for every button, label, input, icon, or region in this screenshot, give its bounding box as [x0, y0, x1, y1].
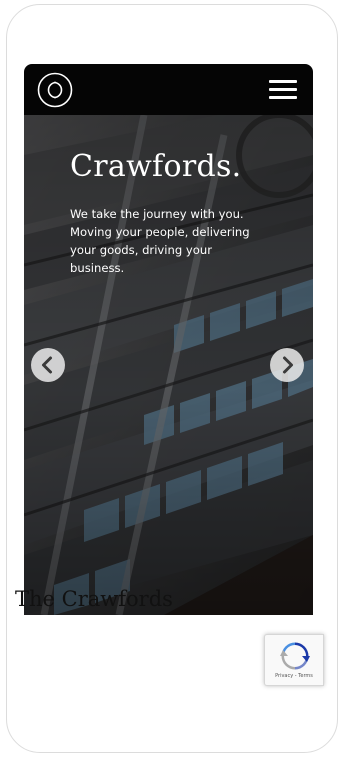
section-title: The Crawfords: [15, 587, 173, 611]
chevron-left-icon: [42, 356, 52, 374]
site-header: [24, 64, 313, 115]
menu-line: [269, 88, 297, 91]
menu-line: [269, 96, 297, 99]
carousel-prev-button[interactable]: [31, 348, 65, 382]
chevron-right-icon: [283, 356, 293, 374]
hero-tagline: We take the journey with you. Moving you…: [70, 207, 250, 275]
hero-carousel: Crawfords. We take the journey with you.…: [24, 115, 313, 615]
hero-title: Crawfords.: [70, 149, 242, 184]
recaptcha-badge[interactable]: Privacy - Terms: [264, 634, 324, 686]
recaptcha-privacy-terms[interactable]: Privacy - Terms: [265, 673, 323, 679]
carousel-next-button[interactable]: [270, 348, 304, 382]
crawfords-logo-icon[interactable]: [37, 72, 73, 108]
recaptcha-icon: [280, 642, 310, 670]
menu-line: [269, 80, 297, 83]
hamburger-menu-icon[interactable]: [269, 78, 297, 100]
